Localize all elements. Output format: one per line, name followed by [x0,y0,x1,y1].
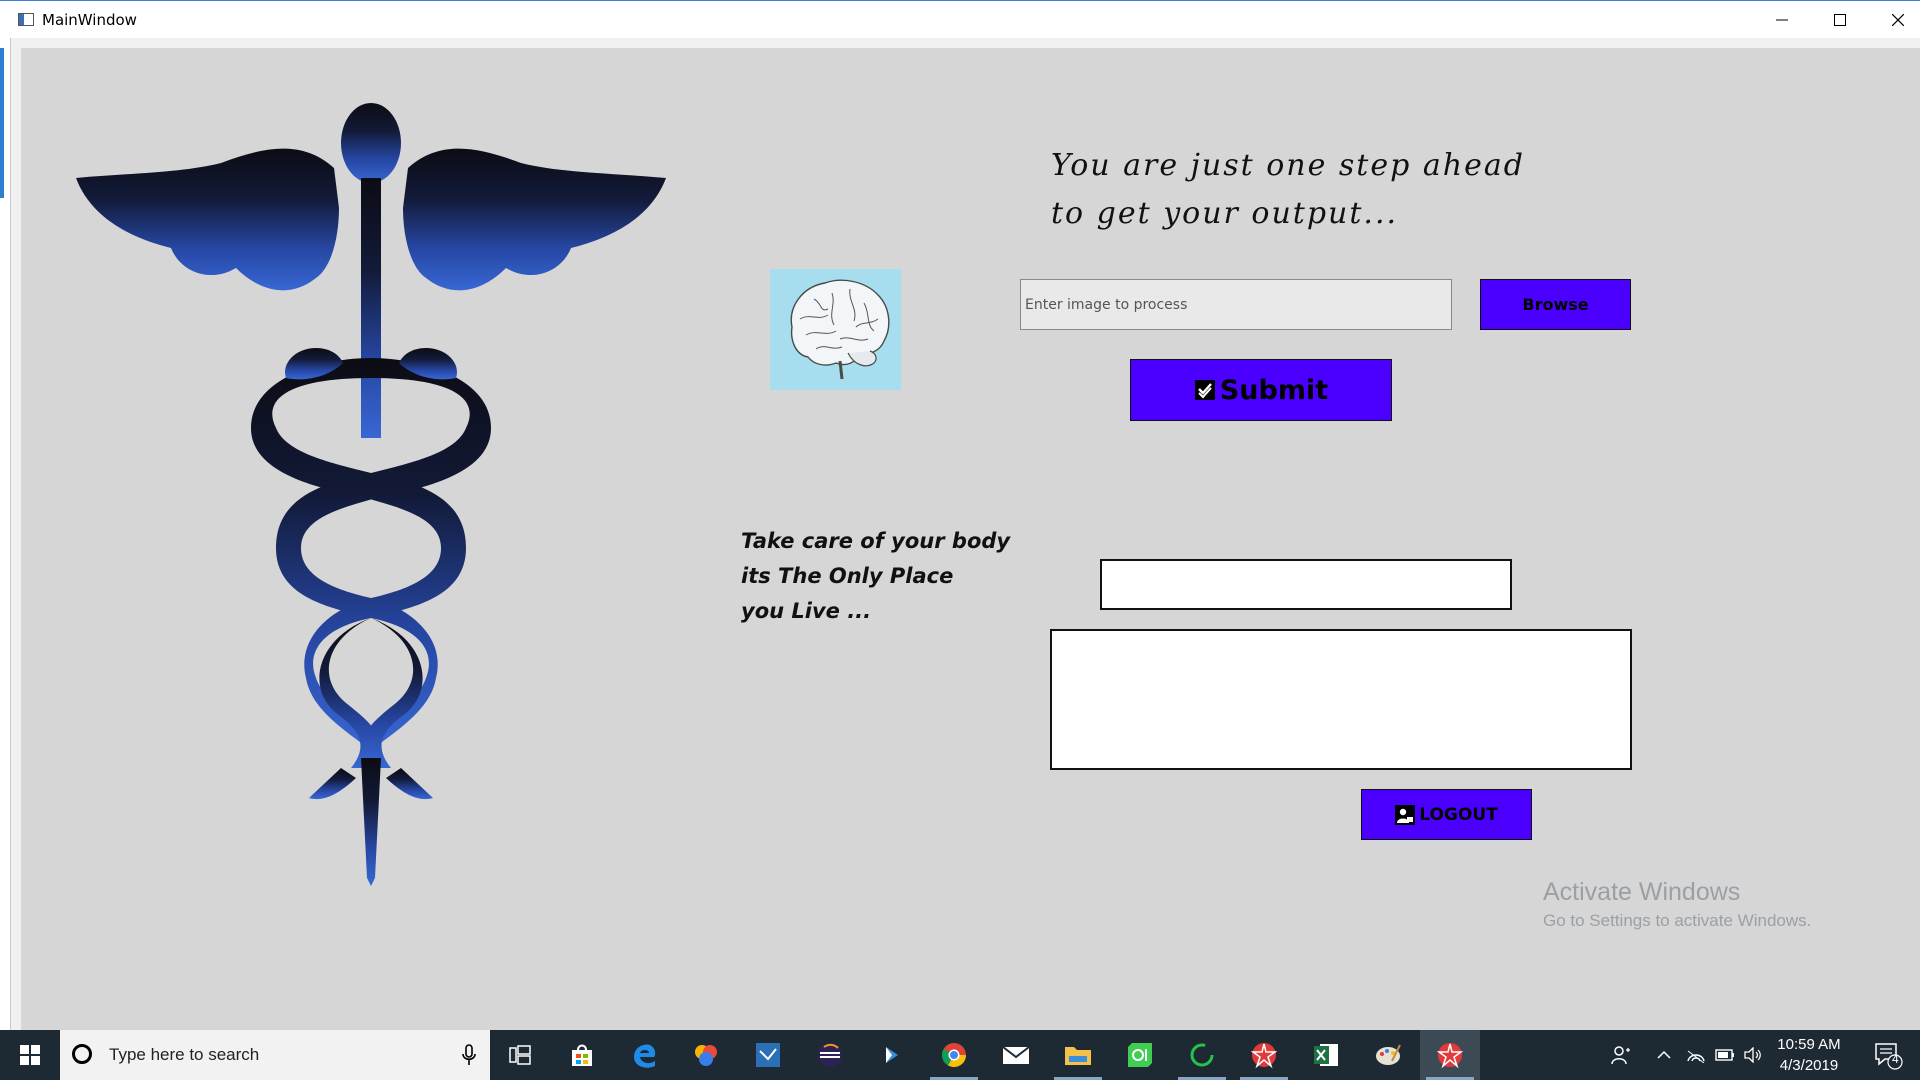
window-app-icon [18,13,34,26]
browse-button[interactable]: Browse [1480,279,1631,330]
logout-button[interactable]: LOGOUT [1361,789,1532,840]
wifi-icon[interactable] [1683,1030,1709,1080]
tagline-line-2: to get your output... [1051,196,1399,231]
qt-icon[interactable] [1110,1030,1170,1080]
start-button[interactable] [0,1030,60,1080]
python-app-icon[interactable] [1234,1030,1294,1080]
close-button[interactable] [1869,1,1920,39]
file-explorer-icon[interactable] [1048,1030,1108,1080]
paint-icon[interactable] [1358,1030,1418,1080]
user-lock-icon [1395,804,1416,825]
chevron-up-icon[interactable] [1652,1030,1676,1080]
clock-time: 10:59 AM [1777,1036,1841,1053]
taskbar: Type here to search 10:59 AM 4/3/2019 4 [0,1030,1920,1080]
mail-icon[interactable] [986,1030,1046,1080]
quote-line-2: its The Only Place [741,564,954,588]
logout-label: LOGOUT [1419,804,1498,825]
quote-line-3: you Live ... [741,599,872,623]
notification-center-icon[interactable]: 4 [1863,1030,1913,1080]
result-text-area[interactable] [1050,629,1632,770]
photos-icon[interactable] [676,1030,736,1080]
volume-icon[interactable] [1740,1030,1766,1080]
submit-button[interactable]: Submit [1130,359,1392,421]
minimize-button[interactable] [1753,1,1811,39]
chrome-icon[interactable] [924,1030,984,1080]
edge-icon[interactable] [614,1030,674,1080]
result-field[interactable] [1100,559,1512,610]
background-window-edge [0,38,11,1030]
taskbar-search-box[interactable]: Type here to search [60,1030,490,1080]
notification-count: 4 [1892,1052,1899,1066]
submit-check-icon [1194,379,1216,401]
brain-image [770,269,901,390]
brain-icon [790,279,890,380]
eclipse-icon[interactable] [800,1030,860,1080]
health-quote: Take care of your body its The Only Plac… [741,524,1010,629]
image-path-input[interactable] [1020,279,1452,330]
submit-label: Submit [1219,374,1329,406]
refresh-app-icon[interactable] [1172,1030,1232,1080]
window-title: MainWindow [42,11,137,29]
people-icon[interactable] [1606,1030,1636,1080]
store-icon[interactable] [552,1030,612,1080]
watermark-title: Activate Windows [1543,878,1741,906]
python-app-icon-active[interactable] [1420,1030,1480,1080]
microphone-icon[interactable] [462,1044,476,1071]
excel-icon[interactable] [1296,1030,1356,1080]
tagline: You are just one step ahead to get your … [1051,142,1525,238]
tagline-line-1: You are just one step ahead [1051,148,1525,183]
quote-line-1: Take care of your body [741,529,1011,553]
task-view-icon[interactable] [490,1030,550,1080]
maximize-button[interactable] [1811,1,1869,39]
taskbar-clock[interactable]: 10:59 AM 4/3/2019 [1765,1034,1853,1076]
windows-logo-icon [20,1045,40,1065]
search-placeholder: Type here to search [109,1045,260,1064]
activate-windows-watermark: Activate Windows Go to Settings to activ… [1543,878,1811,931]
caduceus-logo [76,103,666,886]
visual-studio-icon[interactable] [738,1030,798,1080]
title-bar: MainWindow [0,0,1920,38]
cortana-icon [72,1044,92,1064]
battery-icon[interactable] [1712,1030,1738,1080]
clock-date: 4/3/2019 [1779,1057,1839,1074]
app-icon[interactable] [862,1030,922,1080]
watermark-subtitle: Go to Settings to activate Windows. [1543,911,1812,930]
